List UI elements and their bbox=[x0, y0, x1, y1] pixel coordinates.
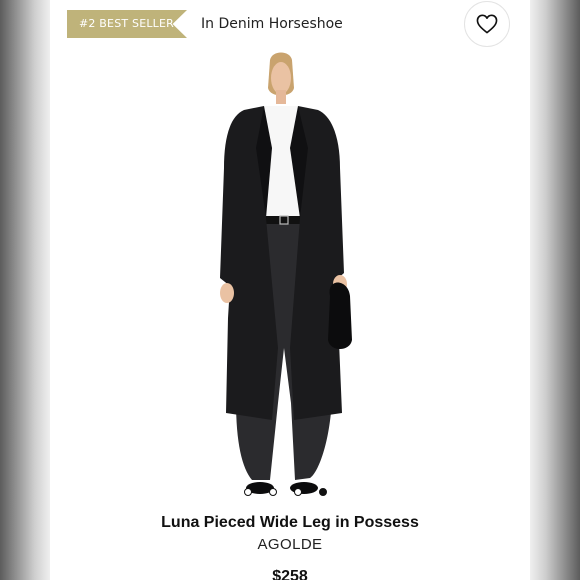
carousel-dot-1[interactable] bbox=[244, 488, 252, 496]
carousel-dot-2[interactable] bbox=[269, 488, 277, 496]
product-image[interactable] bbox=[180, 48, 380, 503]
product-price: $258 bbox=[272, 568, 308, 580]
product-brand[interactable]: AGOLDE bbox=[50, 535, 530, 555]
model-left-hand bbox=[220, 283, 234, 303]
variant-label: In Denim Horseshoe bbox=[201, 16, 343, 32]
black-handbag bbox=[328, 282, 352, 349]
belt bbox=[266, 216, 300, 224]
model-neck bbox=[276, 90, 286, 104]
carousel-dot-4[interactable] bbox=[319, 488, 327, 496]
best-seller-badge: #2 BEST SELLER bbox=[67, 10, 187, 38]
screen-background: #2 BEST SELLER In Denim Horseshoe Luna P… bbox=[0, 0, 580, 580]
carousel-dot-3[interactable] bbox=[294, 488, 302, 496]
product-title[interactable]: Luna Pieced Wide Leg in Possess bbox=[50, 512, 530, 534]
heart-icon bbox=[476, 14, 498, 34]
favorite-button[interactable] bbox=[464, 1, 510, 47]
model-face bbox=[271, 62, 291, 94]
product-page: #2 BEST SELLER In Denim Horseshoe Luna P… bbox=[50, 0, 530, 580]
carousel-dots bbox=[244, 486, 336, 498]
